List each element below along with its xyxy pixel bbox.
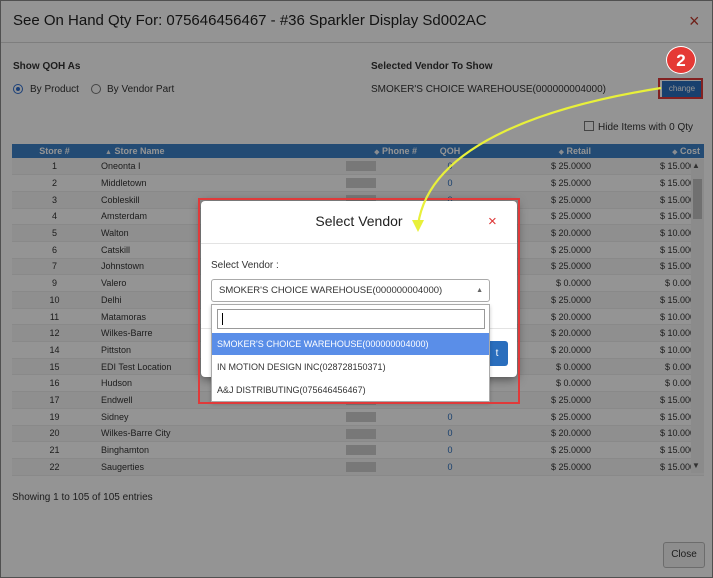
dialog-highlight-frame — [198, 198, 520, 404]
step-badge: 2 — [666, 46, 696, 74]
